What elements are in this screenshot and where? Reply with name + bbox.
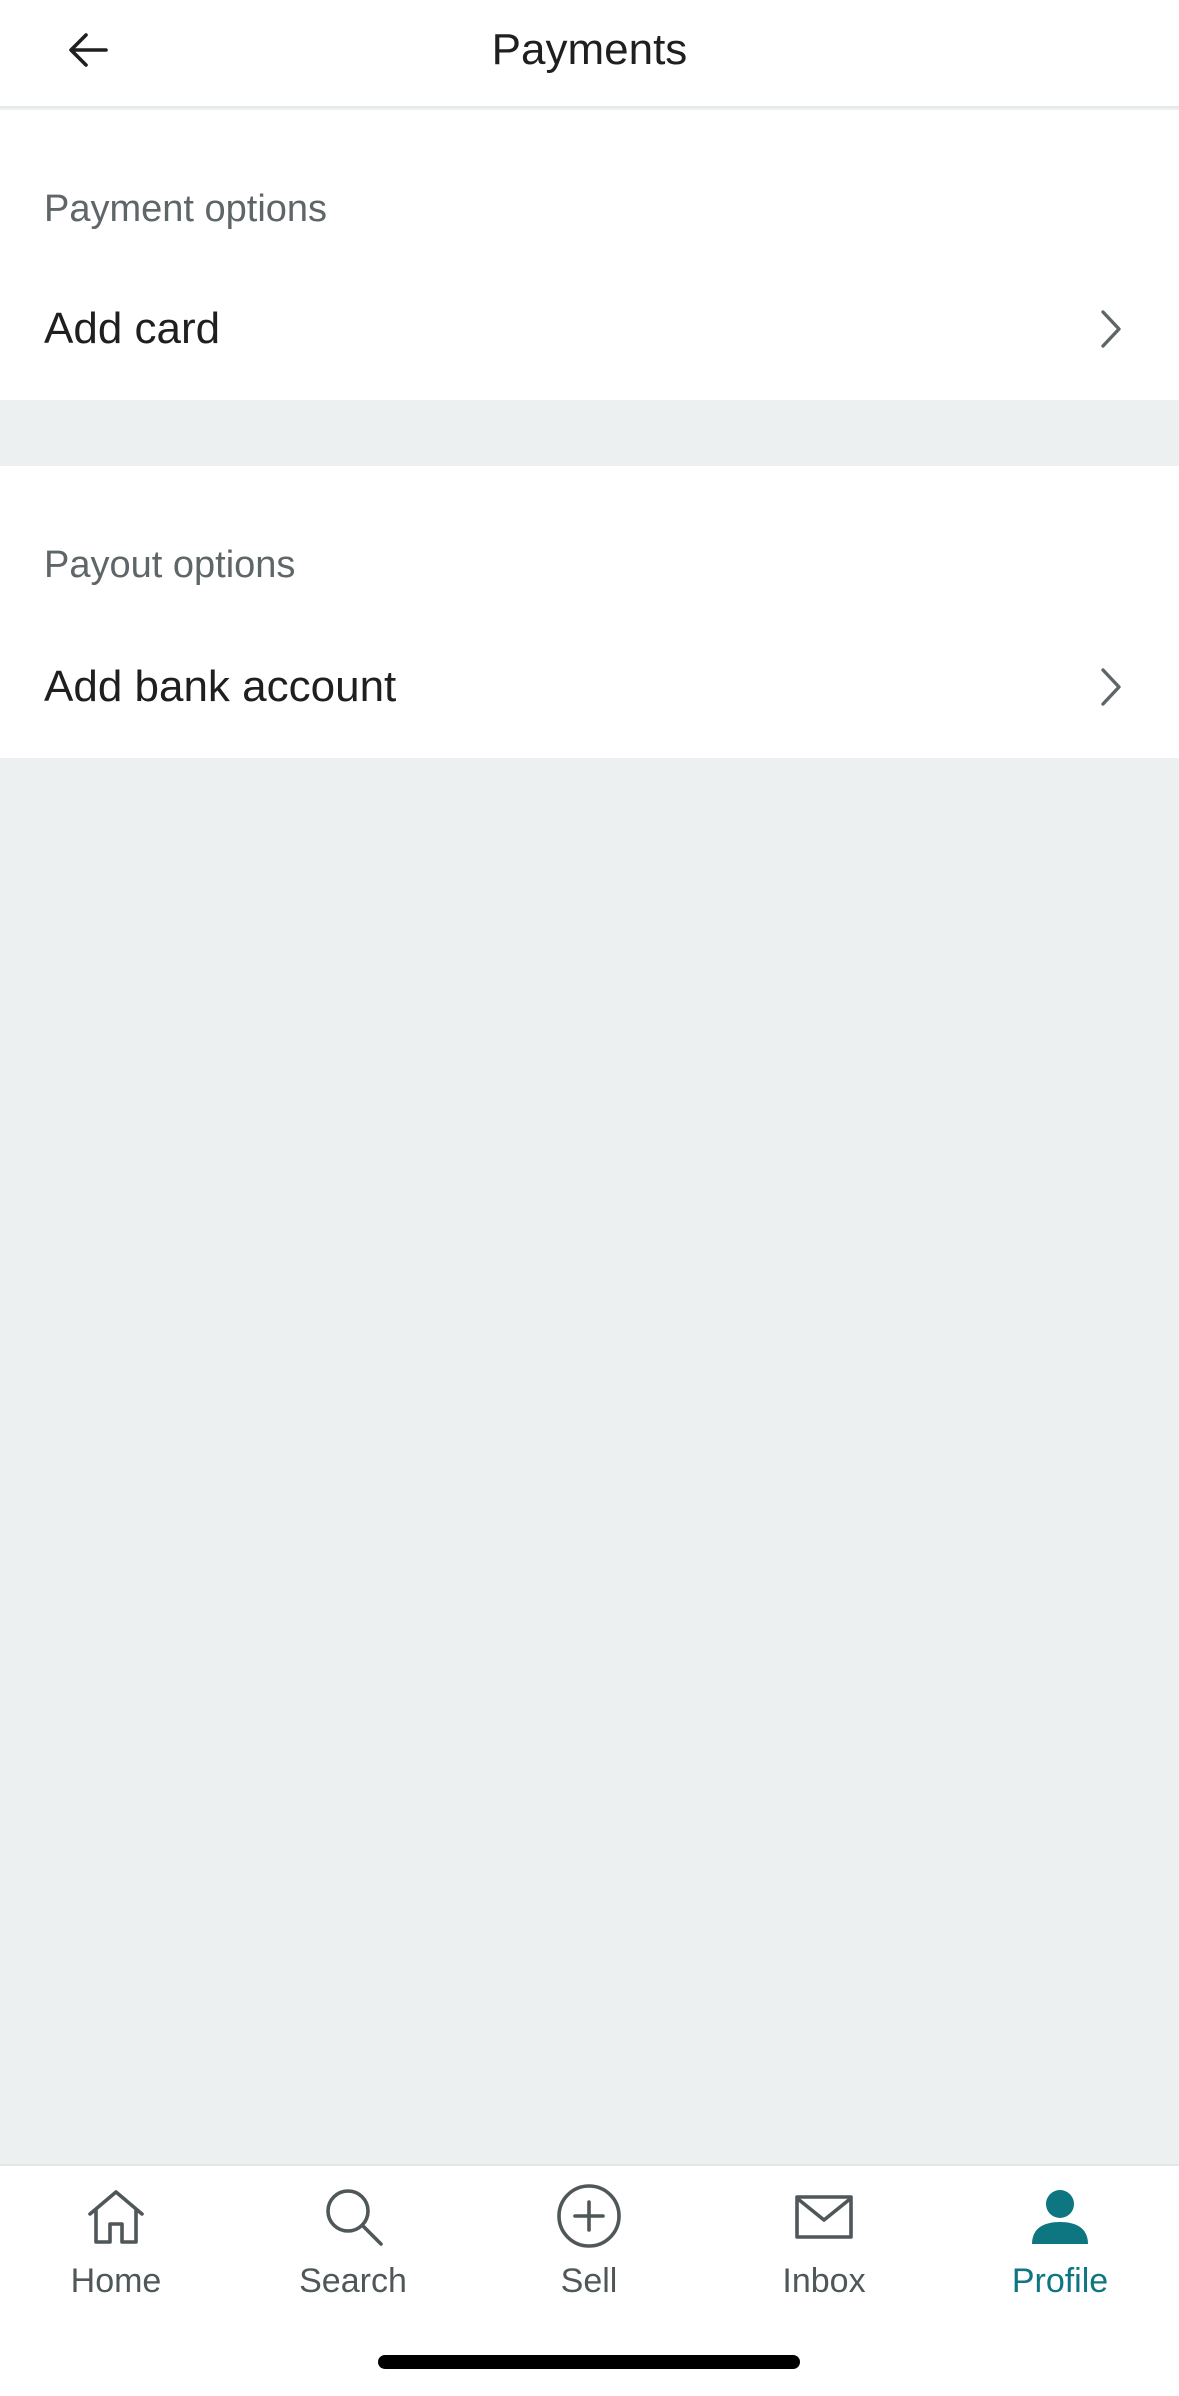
add-card-label: Add card (44, 304, 221, 353)
nav-label-home: Home (70, 2262, 162, 2300)
nav-item-search[interactable]: Search (253, 2180, 453, 2330)
page-title: Payments (491, 25, 688, 74)
nav-label-search: Search (299, 2262, 407, 2300)
payment-options-section: Payment options Add card (0, 110, 1179, 400)
home-indicator (378, 2355, 800, 2369)
top-app-bar: Payments (0, 0, 1179, 108)
plus-circle-icon (553, 2180, 625, 2252)
nav-item-profile[interactable]: Profile (960, 2180, 1160, 2330)
chevron-right-icon (1091, 657, 1131, 717)
nav-item-inbox[interactable]: Inbox (724, 2180, 924, 2330)
section-label-payout-options: Payout options (44, 544, 296, 586)
payout-options-section: Payout options Add bank account (0, 466, 1179, 758)
payments-screen: Payments Payment options Add card Payout… (0, 0, 1179, 2396)
add-card-row[interactable]: Add card (0, 274, 1179, 384)
nav-item-home[interactable]: Home (16, 2180, 216, 2330)
add-bank-account-label: Add bank account (44, 662, 397, 711)
nav-label-profile: Profile (1011, 2262, 1109, 2300)
nav-label-inbox: Inbox (782, 2262, 866, 2300)
person-icon (1024, 2180, 1096, 2252)
nav-label-sell: Sell (560, 2262, 618, 2300)
nav-item-sell[interactable]: Sell (489, 2180, 689, 2330)
chevron-right-icon (1091, 299, 1131, 359)
mail-icon (788, 2180, 860, 2252)
search-icon (317, 2180, 389, 2252)
add-bank-account-row[interactable]: Add bank account (0, 632, 1179, 742)
section-label-payment-options: Payment options (44, 188, 328, 230)
home-icon (80, 2180, 152, 2252)
